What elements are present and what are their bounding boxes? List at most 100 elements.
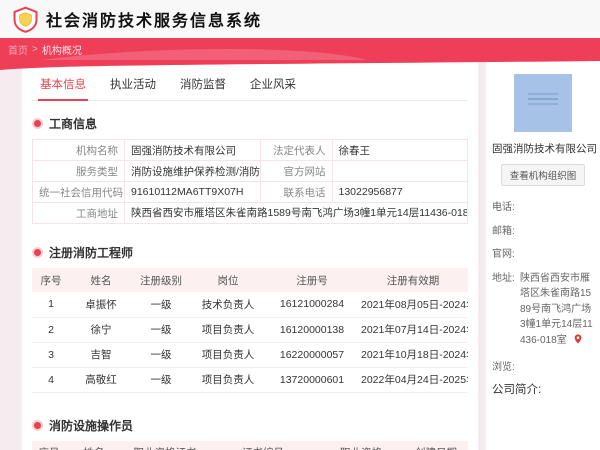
table-cell: 技术负责人 [190,292,266,318]
table-cell: 16220000057 [266,342,358,368]
phone-value: 13022956877 [331,181,468,203]
website-value [520,247,594,263]
email-label: 邮箱: [492,225,515,237]
table-cell: 一级 [132,292,190,318]
breadcrumb-banner: 首页 > 机构概况 [0,38,600,60]
org-name-value: 固强消防技术有限公司 [124,139,261,161]
column-header: 注册级别 [132,268,190,292]
sidebar-company-name: 固强消防技术有限公司 [492,143,597,155]
table-cell: 卓振怀 [70,292,132,318]
table-header-row: 序号 姓名 注册级别 岗位 注册号 注册有效期 [32,268,468,292]
page: 社会消防技术服务信息系统 首页 > 机构概况 基本信息 执业活动 消防监督 企业… [0,0,600,450]
column-header: 职业资格 [318,440,404,450]
table-cell: 2021年08月05日-2024年08月05日 [358,292,468,318]
section-operators: 消防设施操作员 [34,417,468,434]
breadcrumb-separator: > [32,43,38,55]
phone-value [520,200,594,216]
business-info-table: 机构名称 固强消防技术有限公司 法定代表人 徐春王 服务类型 消防设施维护保养检… [32,139,468,224]
breadcrumb-home-link[interactable]: 首页 [8,42,28,57]
app-header: 社会消防技术服务信息系统 [0,0,600,38]
table-cell: 2022年04月24日-2025年04月24日 [358,367,468,393]
section-title-text: 消防设施操作员 [49,418,134,433]
legal-rep-value: 徐春王 [331,139,468,161]
sidebar-intro-row: 公司简介: [492,381,594,397]
table-cell: 4 [32,367,70,393]
breadcrumb: 首页 > 机构概况 [0,38,600,60]
company-sidebar: 固强消防技术有限公司 查看机构组织图 电话: 邮箱: 官网: 地址: 陕西省西安 [486,60,600,450]
app-title: 社会消防技术服务信息系统 [46,13,263,30]
column-header: 序号 [32,268,70,292]
table-row: 机构名称 固强消防技术有限公司 法定代表人 徐春王 [32,139,468,161]
table-cell: 一级 [132,342,190,368]
column-header: 岗位 [190,268,266,292]
table-row: 3吉智一级项目负责人162200000572021年10月18日-2024年10… [32,342,468,368]
column-header: 姓名 [70,268,132,292]
sidebar-email-row: 邮箱: [492,224,594,240]
sidebar-address-row: 地址: 陕西省西安市雁塔区朱雀南路1589号南飞鸿广场3幢1单元14层11436… [492,271,594,351]
table-row: 2徐宁一级项目负责人161200001382021年07月14日-2024年07… [32,317,468,343]
tab-practice-activity[interactable]: 执业活动 [108,72,158,100]
field-label: 法定代表人 [259,139,333,161]
main-panel: 基本信息 执业活动 消防监督 企业风采 工商信息 机构名称 固强消防技术有限公司… [22,60,478,450]
field-label: 联系电话 [259,181,333,203]
table-cell: 一级 [132,317,190,343]
sidebar-views-row: 浏览: [492,358,594,373]
sidebar-contact-info: 电话: 邮箱: 官网: 地址: 陕西省西安市雁塔区朱雀南路1589号南飞鸿广场3… [492,200,594,397]
tab-bar: 基本信息 执业活动 消防监督 企业风采 [32,68,468,101]
intro-label: 公司简介: [492,384,542,396]
address-label: 地址: [492,272,515,284]
table-cell: 2021年07月14日-2024年07月14日 [358,317,468,343]
table-cell: 16120000138 [266,317,358,343]
section-engineers: 注册消防工程师 [34,244,468,261]
table-cell: 项目负责人 [190,342,266,368]
table-row: 统一社会信用代码 91610112MA6TT9X07H 联系电话 1302295… [32,181,468,203]
website-value [331,160,468,182]
table-row: 服务类型 消防设施维护保养检测/消防安全评估 官方网站 [32,160,468,182]
credit-code-value: 91610112MA6TT9X07H [124,181,261,203]
table-cell: 16121000284 [266,292,358,318]
field-label: 工商地址 [32,202,125,224]
field-label: 统一社会信用代码 [32,181,125,203]
tab-fire-supervision[interactable]: 消防监督 [178,72,228,100]
table-cell: 2 [32,317,70,343]
address-value: 陕西省西安市雁塔区朱雀南路1589号南飞鸿广场3幢1单元14层11436-018… [520,271,594,351]
table-cell: 吉智 [70,342,132,368]
company-logo-image [514,74,572,132]
sidebar-phone-row: 电话: [492,200,594,216]
table-cell: 2021年10月18日-2024年10月18日 [358,342,468,368]
service-type-value: 消防设施维护保养检测/消防安全评估 [124,160,261,182]
table-cell: 1 [32,292,70,318]
table-row: 工商地址 陕西省西安市雁塔区朱雀南路1589号南飞鸿广场3幢1单元14层1143… [32,202,468,224]
tab-basic-info[interactable]: 基本信息 [38,72,88,101]
table-header-row: 序号姓名职业资格证书证书编号职业资格创建日期 [32,440,468,450]
view-org-chart-button[interactable]: 查看机构组织图 [500,164,586,186]
table-row: 1卓振怀一级技术负责人161210002842021年08月05日-2024年0… [32,292,468,318]
breadcrumb-current: 机构概况 [41,45,82,57]
shield-logo-icon [12,6,39,33]
map-pin-icon[interactable] [573,333,583,351]
website-label: 官网: [492,249,515,260]
column-header: 姓名 [66,440,122,450]
tab-company-showcase[interactable]: 企业风采 [248,72,298,100]
column-header: 职业资格证书 [122,440,208,450]
field-label: 服务类型 [32,160,125,182]
column-header: 注册有效期 [358,268,468,292]
content-area: 基本信息 执业活动 消防监督 企业风采 工商信息 机构名称 固强消防技术有限公司… [0,60,600,450]
operators-table: 序号姓名职业资格证书证书编号职业资格创建日期 1戴文强四级/中级技能193600… [32,440,468,450]
column-header: 证书编号 [208,440,318,450]
sidebar-website-row: 官网: [492,247,594,263]
column-header: 创建日期 [404,440,468,450]
section-bullet-icon [34,120,41,127]
column-header: 序号 [32,440,66,450]
table-cell: 项目负责人 [190,367,266,393]
email-value [520,224,594,240]
column-header: 注册号 [266,268,358,292]
section-bullet-icon [34,249,41,256]
table-cell: 13720000601 [266,367,358,393]
engineers-table: 序号 姓名 注册级别 岗位 注册号 注册有效期 1 卓振怀 一级 技术负责人 1612100028… [32,268,468,393]
table-cell: 一级 [132,367,190,393]
table-cell: 项目负责人 [190,317,266,343]
field-label: 机构名称 [32,139,125,161]
section-title-text: 注册消防工程师 [49,246,134,260]
address-text: 陕西省西安市雁塔区朱雀南路1589号南飞鸿广场3幢1单元14层11436-018… [131,207,468,219]
